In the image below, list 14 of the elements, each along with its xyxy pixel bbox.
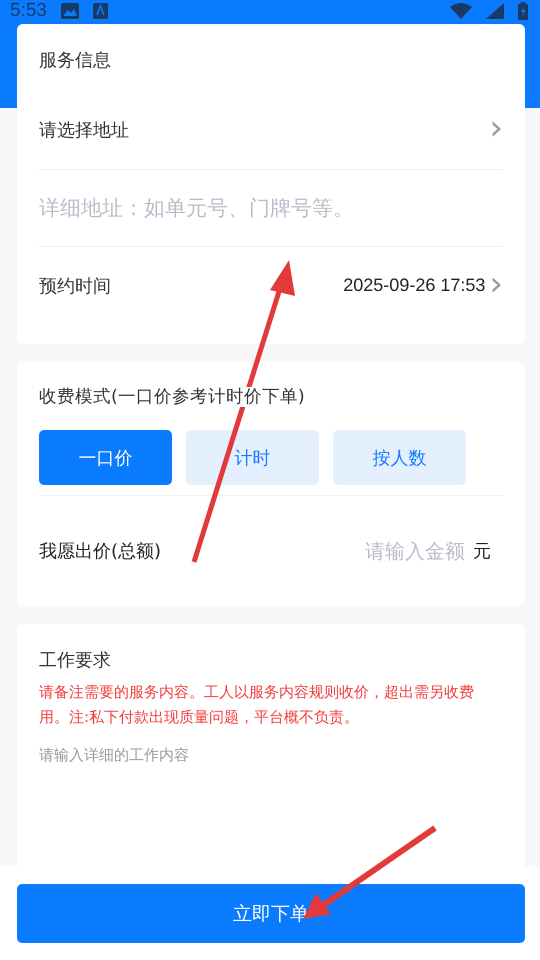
section-title: 服务信息 [39, 49, 112, 72]
currency-unit: 元 [473, 540, 491, 563]
section-title: 工作要求 [39, 649, 112, 672]
pricing-mode-tab[interactable]: 一口价 [39, 430, 172, 485]
notice-text: 请备注需要的服务内容。工人以服务内容规则收价，超出需另收费用。注:私下付款出现质量问题，平台概不负责。 [39, 682, 475, 728]
pricing-mode-tab[interactable]: 按人数 [333, 430, 466, 485]
image-icon [60, 3, 79, 19]
wifi-icon [450, 3, 472, 19]
offer-label: 我愿出价(总额) [39, 540, 162, 563]
status-time: 5:53 [10, 0, 47, 22]
section-title: 收费模式(一口价参考计时价下单) [39, 387, 305, 407]
keyboard-icon [92, 3, 108, 19]
pricing-mode-tab[interactable]: 计时 [186, 430, 319, 485]
signal-icon [486, 3, 504, 19]
